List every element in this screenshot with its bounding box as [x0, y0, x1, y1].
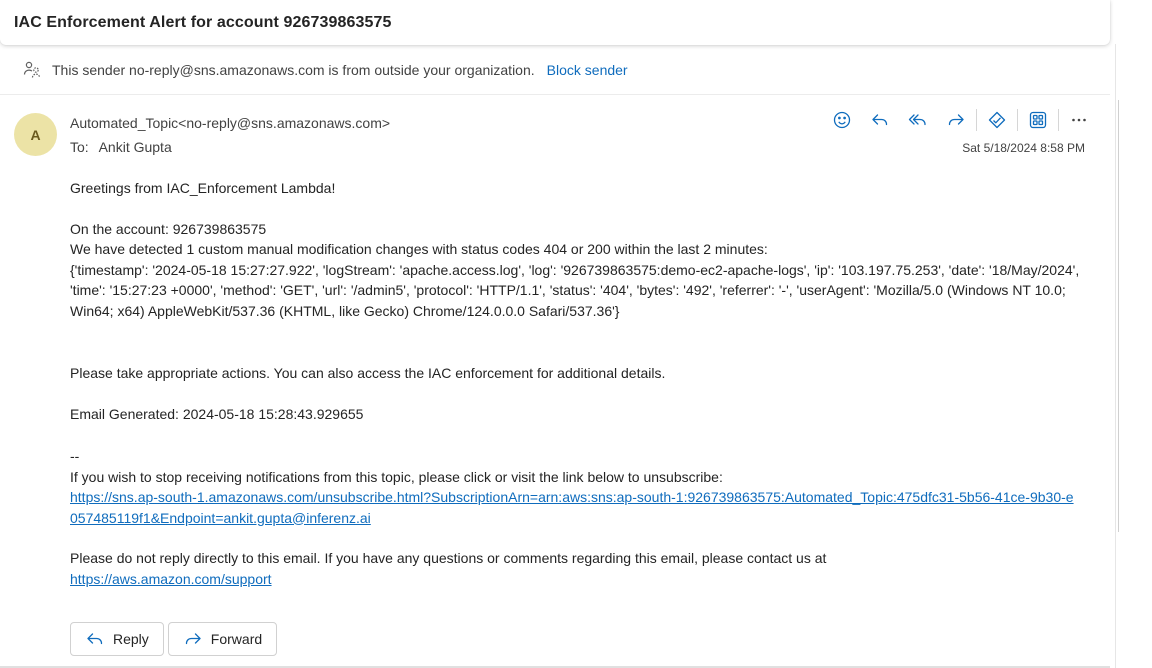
detected-text: We have detected 1 custom manual modific…	[70, 241, 768, 257]
message-date: Sat 5/18/2024 8:58 PM	[962, 141, 1085, 155]
more-actions-button[interactable]	[1065, 106, 1093, 134]
header-divider	[0, 94, 1110, 95]
warning-text: This sender no-reply@sns.amazonaws.com i…	[52, 62, 535, 78]
to-label: To:	[70, 139, 89, 155]
unsubscribe-intro-text: If you wish to stop receiving notificati…	[70, 468, 723, 485]
no-reply-text: Please do not reply directly to this ema…	[70, 550, 827, 566]
panel-border	[1115, 44, 1116, 668]
recipient-line: To: Ankit Gupta	[70, 139, 172, 155]
forward-button[interactable]	[942, 106, 970, 134]
message-body: Greetings from IAC_Enforcement Lambda! O…	[70, 178, 1080, 589]
immersive-reader-button[interactable]	[983, 106, 1011, 134]
avatar[interactable]: A	[14, 113, 57, 156]
reply-button-bottom[interactable]: Reply	[70, 622, 164, 656]
generated-text: Email Generated: 2024-05-18 15:28:43.929…	[70, 405, 364, 422]
scrollbar[interactable]	[1118, 100, 1119, 532]
people-icon	[23, 61, 41, 78]
toolbar-separator	[1017, 109, 1018, 131]
message-toolbar	[828, 106, 1103, 134]
action-text: Please take appropriate actions. You can…	[70, 365, 666, 381]
unsubscribe-link[interactable]: https://sns.ap-south-1.amazonaws.com/uns…	[70, 489, 1074, 526]
toolbar-separator	[1058, 109, 1059, 131]
toolbar-separator	[976, 109, 977, 131]
apps-icon	[1029, 111, 1047, 129]
emoji-icon	[833, 111, 851, 129]
immersive-reader-icon	[988, 111, 1006, 129]
forward-label: Forward	[210, 631, 263, 647]
log-record-text: {'timestamp': '2024-05-18 15:27:27.922',…	[70, 261, 1080, 319]
sender[interactable]: Automated_Topic<no-reply@sns.amazonaws.c…	[70, 115, 390, 131]
subject-header: IAC Enforcement Alert for account 926739…	[0, 0, 1110, 45]
reply-icon	[87, 633, 103, 645]
right-edge-panel	[1110, 0, 1152, 668]
reply-label: Reply	[113, 631, 149, 647]
apps-button[interactable]	[1024, 106, 1052, 134]
emoji-button[interactable]	[828, 106, 856, 134]
forward-icon	[185, 633, 201, 645]
more-icon	[1072, 118, 1086, 122]
reply-button[interactable]	[866, 106, 894, 134]
greeting-text: Greetings from IAC_Enforcement Lambda!	[70, 180, 336, 196]
reply-all-button[interactable]	[904, 106, 932, 134]
external-sender-warning: This sender no-reply@sns.amazonaws.com i…	[0, 45, 1110, 95]
email-subject: IAC Enforcement Alert for account 926739…	[14, 13, 392, 31]
account-text: On the account: 926739863575	[70, 220, 267, 237]
forward-icon	[948, 114, 964, 126]
block-sender-link[interactable]: Block sender	[547, 62, 628, 78]
reply-all-icon	[908, 114, 926, 126]
separator-text: --	[70, 448, 80, 464]
avatar-initial: A	[30, 126, 41, 143]
recipient-name[interactable]: Ankit Gupta	[99, 139, 172, 155]
support-link[interactable]: https://aws.amazon.com/support	[70, 571, 272, 587]
reply-actions: Reply Forward	[70, 622, 281, 656]
reply-icon	[872, 114, 888, 126]
forward-button-bottom[interactable]: Forward	[167, 622, 278, 656]
